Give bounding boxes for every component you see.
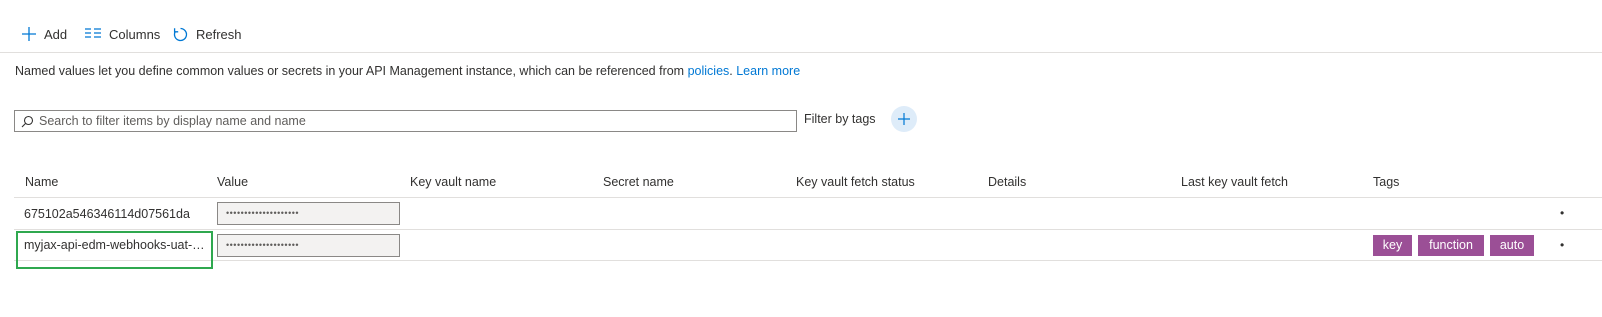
plus-icon [898,113,910,125]
column-header-secret-name[interactable]: Secret name [603,175,674,189]
command-bar: Add Columns Refresh [0,0,1602,53]
policies-link[interactable]: policies [688,64,730,78]
column-header-details[interactable]: Details [988,175,1026,189]
column-header-key-vault-name[interactable]: Key vault name [410,175,496,189]
refresh-icon [173,27,188,41]
row-divider [14,260,1602,261]
column-header-last-key-vault-fetch[interactable]: Last key vault fetch [1181,175,1288,189]
masked-value-field[interactable]: •••••••••••••••••••• [217,234,400,257]
filter-by-tags-label: Filter by tags [804,112,876,126]
row-name[interactable]: 675102a546346114d07561da [24,207,208,221]
add-label: Add [44,26,68,42]
tag-badge: key [1373,235,1412,256]
refresh-button[interactable]: Refresh [172,22,242,46]
search-input[interactable] [39,114,779,128]
learn-more-link[interactable]: Learn more [736,64,800,78]
column-header-name[interactable]: Name [25,175,58,189]
masked-value-field[interactable]: •••••••••••••••••••• [217,202,400,225]
search-icon [21,115,34,127]
header-divider [14,197,1602,198]
page-description: Named values let you define common value… [15,64,800,78]
tag-badge: function [1418,235,1484,256]
highlight-box [16,231,213,269]
columns-button[interactable]: Columns [84,22,160,46]
description-text: Named values let you define common value… [15,64,688,78]
refresh-label: Refresh [196,26,242,42]
row-divider [14,229,1602,230]
tag-badge: auto [1490,235,1534,256]
column-header-value[interactable]: Value [217,175,248,189]
description-separator: . [729,64,733,78]
row-more-button[interactable]: • [1560,238,1564,252]
columns-label: Columns [109,26,161,42]
add-tag-filter-button[interactable] [891,106,917,132]
column-header-key-vault-fetch-status[interactable]: Key vault fetch status [796,175,915,189]
plus-icon [22,27,36,41]
column-header-tags[interactable]: Tags [1373,175,1399,189]
search-box [14,110,797,132]
columns-icon [85,28,101,38]
add-button[interactable]: Add [21,22,67,46]
row-more-button[interactable]: • [1560,206,1564,220]
